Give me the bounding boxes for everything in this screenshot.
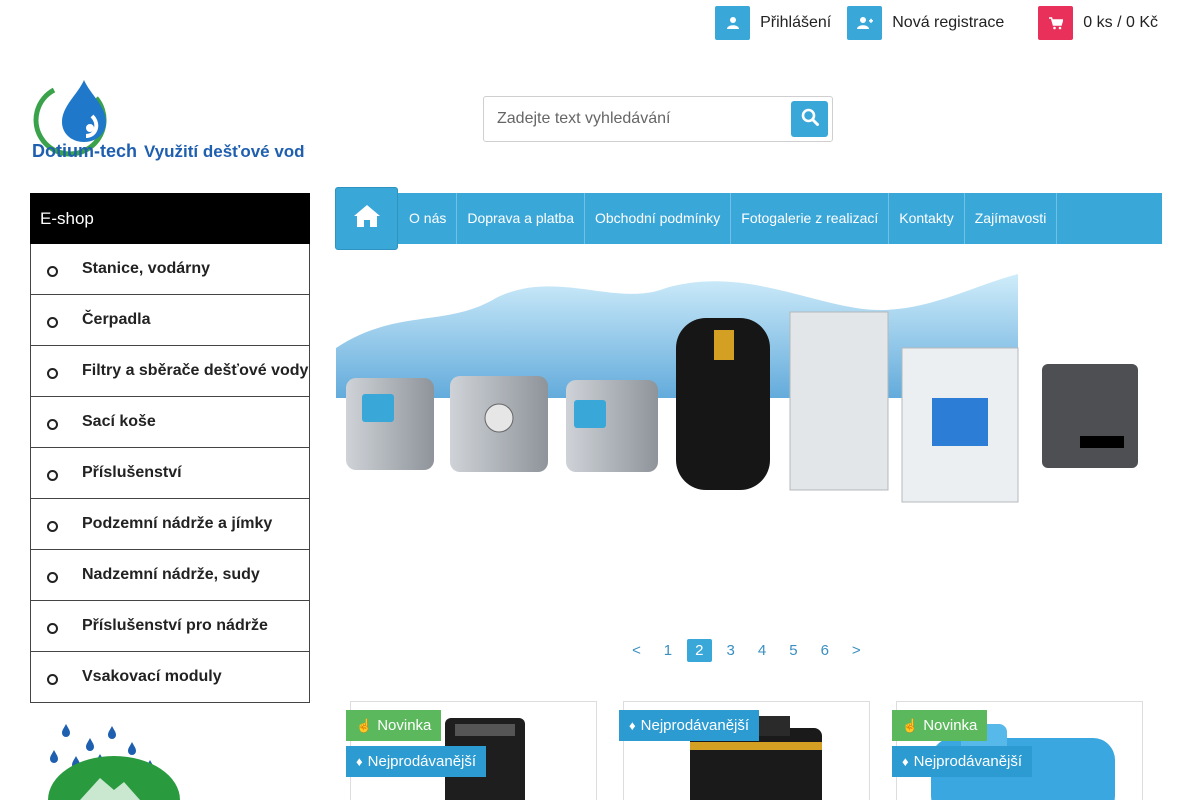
badge-label: Novinka	[923, 717, 978, 734]
pagination-page-3[interactable]: 3	[718, 639, 743, 662]
sidebar-item-stanice-vodarny[interactable]: Stanice, vodárny	[30, 244, 310, 295]
tag-icon: ♦	[629, 718, 636, 733]
search-icon	[801, 108, 819, 131]
cart-label: 0 ks / 0 Kč	[1083, 14, 1158, 31]
sidebar-item-label: Stanice, vodárny	[82, 260, 211, 277]
search-input[interactable]	[484, 97, 784, 141]
badge-label: Nejprodávanější	[913, 753, 1023, 770]
tag-icon: ♦	[902, 754, 909, 769]
pagination-page-4[interactable]: 4	[750, 639, 775, 662]
badge-bestseller[interactable]: ♦ Nejprodávanější	[619, 710, 760, 741]
sidebar-item-prislusenstvi-nadrze[interactable]: Příslušenství pro nádrže	[30, 601, 310, 652]
sidebar-item-saci-kose[interactable]: Sací koše	[30, 397, 310, 448]
badge-label: Novinka	[377, 717, 432, 734]
register-label: Nová registrace	[892, 14, 1005, 31]
nav-links: O nás Doprava a platba Obchodní podmínky…	[399, 193, 1058, 244]
nav-obchodni-podminky[interactable]: Obchodní podmínky	[585, 193, 732, 244]
badge-bestseller[interactable]: ♦ Nejprodávanější	[346, 746, 487, 777]
rain-logo-image	[40, 720, 190, 800]
home-button[interactable]	[335, 187, 398, 250]
thumbs-up-icon: ☝	[902, 718, 919, 733]
circle-bullet-icon	[47, 622, 58, 634]
pagination-page-6[interactable]: 6	[812, 639, 837, 662]
circle-bullet-icon	[47, 367, 58, 379]
circle-bullet-icon	[47, 418, 58, 430]
nav-o-nas[interactable]: O nás	[399, 193, 458, 244]
thumbs-up-icon: ☝	[356, 718, 373, 733]
pagination-page-1[interactable]: 1	[655, 639, 680, 662]
pagination-prev[interactable]: <	[624, 639, 649, 662]
sidebar-title: E-shop	[30, 193, 310, 244]
sidebar-item-label: Příslušenství	[82, 464, 182, 481]
svg-text:Využití dešťové vody: Využití dešťové vody	[144, 142, 305, 161]
circle-bullet-icon	[47, 520, 58, 532]
nav-kontakty[interactable]: Kontakty	[889, 193, 965, 244]
badge-bestseller[interactable]: ♦ Nejprodávanější	[892, 746, 1033, 777]
nav-fotogalerie[interactable]: Fotogalerie z realizací	[731, 193, 890, 244]
search-box	[483, 96, 833, 142]
badge-new[interactable]: ☝ Novinka	[892, 710, 988, 741]
badge-label: Nejprodávanější	[640, 717, 750, 734]
product-banner-image[interactable]	[336, 268, 1146, 518]
sidebar-item-label: Vsakovací moduly	[82, 668, 222, 685]
pagination-next[interactable]: >	[844, 639, 869, 662]
circle-bullet-icon	[47, 673, 58, 685]
sidebar-item-label: Filtry a sběrače dešťové vody	[82, 362, 309, 379]
search-button[interactable]	[791, 101, 828, 137]
login-button[interactable]: Přihlášení	[715, 6, 831, 40]
badge-label: Nejprodávanější	[367, 753, 477, 770]
login-label: Přihlášení	[760, 14, 832, 31]
sidebar-item-label: Podzemní nádrže a jímky	[82, 515, 273, 532]
cart-button[interactable]: 0 ks / 0 Kč	[1038, 6, 1158, 40]
banner-pagination: < 1 2 3 4 5 6 >	[624, 639, 875, 662]
sidebar-item-label: Nadzemní nádrže, sudy	[82, 566, 260, 583]
category-sidebar: E-shop Stanice, vodárny Čerpadla Filtry …	[30, 193, 310, 703]
pagination-page-2-active[interactable]: 2	[686, 639, 712, 662]
top-bar: Přihlášení Nová registrace 0 ks / 0 Kč	[699, 6, 1158, 40]
sidebar-item-filtry[interactable]: Filtry a sběrače dešťové vody	[30, 346, 310, 397]
page: Přihlášení Nová registrace 0 ks / 0 Kč D…	[0, 0, 1200, 800]
sidebar-item-label: Příslušenství pro nádrže	[82, 617, 268, 634]
badge-new[interactable]: ☝ Novinka	[346, 710, 442, 741]
register-button[interactable]: Nová registrace	[847, 6, 1004, 40]
main-navigation: O nás Doprava a platba Obchodní podmínky…	[335, 187, 1162, 250]
sidebar-item-nadzemni-nadrze[interactable]: Nadzemní nádrže, sudy	[30, 550, 310, 601]
nav-doprava-a-platba[interactable]: Doprava a platba	[457, 193, 585, 244]
svg-text:Dotium-tech: Dotium-tech	[32, 141, 137, 161]
sidebar-item-prislusenstvi[interactable]: Příslušenství	[30, 448, 310, 499]
circle-bullet-icon	[47, 316, 58, 328]
nav-zajimavosti[interactable]: Zajímavosti	[965, 193, 1058, 244]
user-plus-icon	[847, 6, 883, 40]
sidebar-item-label: Sací koše	[82, 413, 156, 430]
home-icon	[353, 204, 381, 233]
sidebar-item-podzemni-nadrze[interactable]: Podzemní nádrže a jímky	[30, 499, 310, 550]
cart-icon	[1038, 6, 1074, 40]
circle-bullet-icon	[47, 265, 58, 277]
sidebar-item-vsakovaci-moduly[interactable]: Vsakovací moduly	[30, 652, 310, 703]
tag-icon: ♦	[356, 754, 363, 769]
sidebar-item-cerpadla[interactable]: Čerpadla	[30, 295, 310, 346]
circle-bullet-icon	[47, 469, 58, 481]
sidebar-item-label: Čerpadla	[82, 311, 151, 328]
user-icon	[715, 6, 751, 40]
pagination-page-5[interactable]: 5	[781, 639, 806, 662]
site-logo[interactable]: Dotium-tech Využití dešťové vody	[30, 76, 315, 166]
circle-bullet-icon	[47, 571, 58, 583]
